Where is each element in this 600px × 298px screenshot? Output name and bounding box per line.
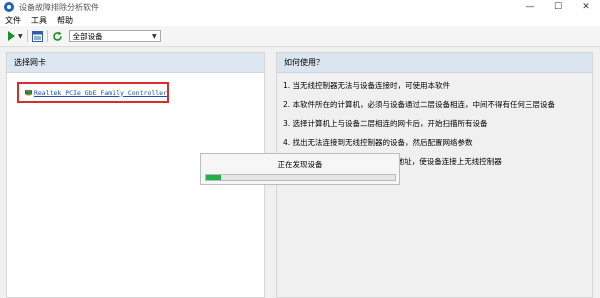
progress-dialog: 正在发现设备: [200, 153, 400, 185]
progress-bar: [205, 174, 396, 181]
chevron-down-icon: ▼: [152, 32, 157, 40]
toolbar-separator: [26, 30, 28, 42]
minimize-button[interactable]: —: [516, 0, 544, 14]
device-filter-select[interactable]: 全部设备 ▼: [68, 30, 161, 42]
toolbar-separator: [46, 30, 48, 42]
help-step: 3. 选择计算机上与设备二层相连的网卡后，开始扫描所有设备: [283, 119, 488, 128]
maximize-button[interactable]: ☐: [544, 0, 572, 14]
menu-bar: 文件 工具 帮助: [0, 14, 600, 26]
window-title: 设备故障排除分析软件: [19, 2, 99, 12]
refresh-icon[interactable]: [52, 31, 63, 42]
help-step: 1. 当无线控制器无法与设备连接时，可使用本软件: [283, 81, 451, 90]
adapter-item[interactable]: Realtek PCIe GbE Family Controller: [17, 82, 169, 103]
menu-file[interactable]: 文件: [0, 15, 26, 26]
network-card-icon: [25, 89, 32, 95]
toolbar: ▼ 全部设备 ▼: [0, 26, 600, 47]
device-filter-value: 全部设备: [72, 31, 103, 41]
adapter-panel-header: 选择网卡: [7, 53, 264, 73]
progress-text: 正在发现设备: [277, 160, 323, 169]
help-panel-header: 如何使用？: [277, 53, 592, 73]
chevron-down-icon[interactable]: ▼: [18, 33, 23, 40]
adapter-link[interactable]: Realtek PCIe GbE Family Controller: [34, 89, 167, 97]
close-button[interactable]: ✕: [572, 0, 600, 14]
progress-fill: [206, 175, 222, 180]
config-window-icon[interactable]: [31, 30, 43, 42]
menu-help[interactable]: 帮助: [52, 15, 78, 26]
app-icon: [4, 2, 14, 12]
start-scan-icon[interactable]: [8, 31, 15, 41]
help-step: 2. 本软件所在的计算机，必须与设备通过二层设备相连，中间不得有任何三层设备: [283, 100, 556, 109]
help-step: 4. 找出无法连接到无线控制器的设备，然后配置网络参数: [283, 138, 473, 147]
title-bar: 设备故障排除分析软件 — ☐ ✕: [0, 0, 600, 14]
menu-tools[interactable]: 工具: [26, 15, 52, 26]
window-controls: — ☐ ✕: [516, 0, 600, 14]
